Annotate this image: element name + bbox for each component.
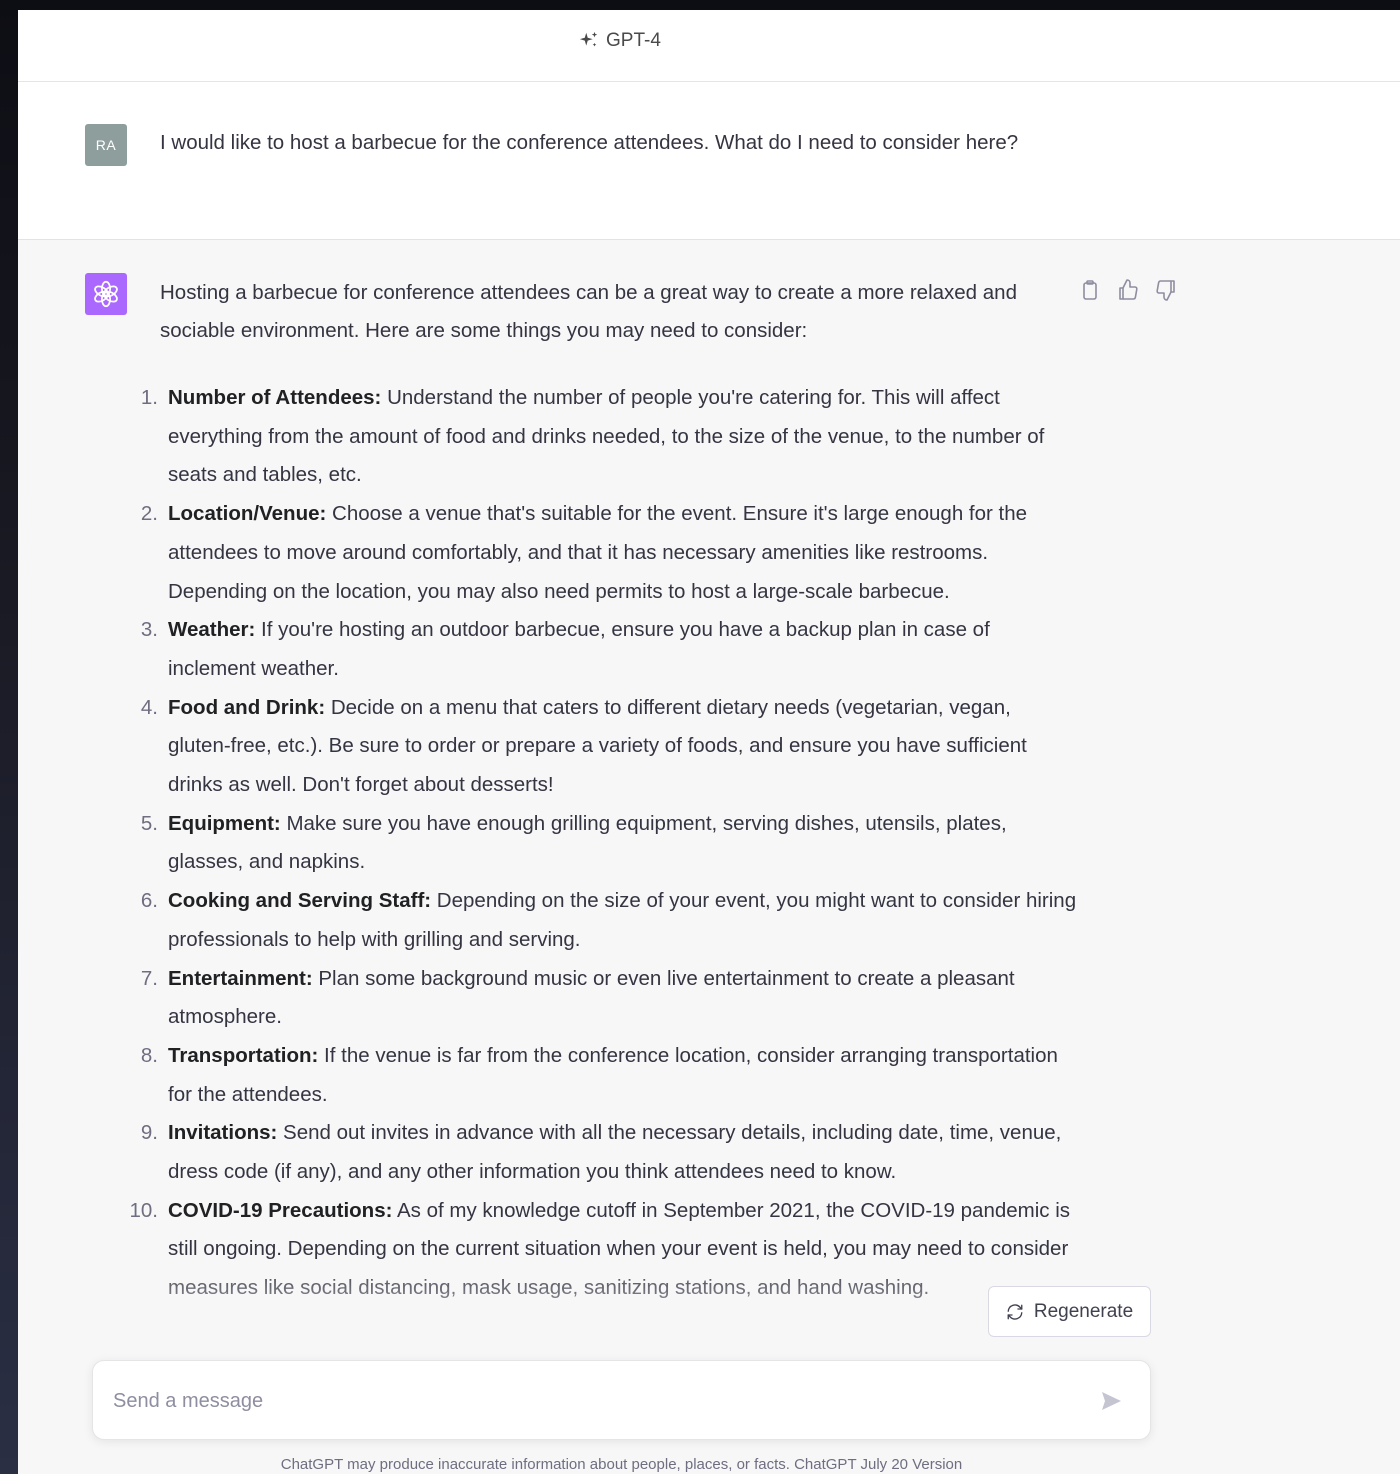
assistant-avatar xyxy=(85,273,127,315)
list-item-title: Entertainment: xyxy=(168,966,313,990)
list-item-title: Equipment: xyxy=(168,811,281,835)
message-composer xyxy=(92,1360,1151,1440)
list-item-title: COVID-19 Precautions: xyxy=(168,1198,393,1222)
sparkle-icon xyxy=(579,31,598,47)
list-item-text: If you're hosting an outdoor barbecue, e… xyxy=(168,618,990,680)
list-item-number: 1. xyxy=(140,386,158,409)
list-item-number: 6. xyxy=(140,889,158,913)
message-input[interactable] xyxy=(113,1381,1073,1421)
regenerate-button[interactable]: Regenerate xyxy=(988,1286,1151,1337)
regenerate-label: Regenerate xyxy=(1033,1300,1134,1322)
list-item-number: 7. xyxy=(140,966,158,990)
list-item: 3. Weather: If you're hosting an outdoor … xyxy=(118,611,1078,688)
user-message: RA I would like to host a barbecue for t… xyxy=(18,82,1400,240)
list-item-title: Invitations: xyxy=(168,1121,278,1145)
list-item-title: Transportation: xyxy=(168,1043,319,1067)
list-item-number: 8. xyxy=(140,1043,158,1067)
list-item-number: 2. xyxy=(140,502,158,526)
list-item: 4. Food and Drink: Decide on a menu that … xyxy=(118,689,1078,805)
list-item-title: Weather: xyxy=(168,618,256,642)
list-item-title: Food and Drink: xyxy=(168,695,326,719)
list-item-text: Send out invites in advance with all the… xyxy=(168,1121,1062,1184)
disclaimer-text: ChatGPT may produce inaccurate informati… xyxy=(280,1456,963,1473)
message-actions xyxy=(1078,278,1178,302)
assistant-answer-list: 1. Number of Attendees: Understand the nu… xyxy=(118,379,1078,1308)
chat-window: GPT-4 RA I would like to host a barbecue… xyxy=(18,10,1400,1474)
openai-logo-icon xyxy=(94,280,118,308)
list-item-number: 3. xyxy=(140,618,158,642)
send-button[interactable] xyxy=(1097,1387,1125,1415)
user-message-text: I would like to host a barbecue for the … xyxy=(160,131,1019,154)
list-item: 6. Cooking and Serving Staff: Depending o… xyxy=(118,882,1078,959)
copy-icon[interactable] xyxy=(1078,278,1102,302)
list-item: 7. Entertainment: Plan some background mu… xyxy=(118,960,1078,1037)
list-item: 9. Invitations: Send out invites in advan… xyxy=(118,1114,1078,1191)
list-item: 2. Location/Venue: Choose a venue that's … xyxy=(118,495,1078,611)
list-item-number: 9. xyxy=(140,1121,158,1145)
refresh-icon xyxy=(1007,1303,1023,1320)
user-avatar: RA xyxy=(85,124,127,166)
send-icon xyxy=(1102,1392,1121,1410)
list-item-number: 10. xyxy=(129,1198,159,1222)
thumbs-down-icon[interactable] xyxy=(1154,278,1178,302)
list-item-title: Location/Venue: xyxy=(168,502,327,526)
list-item-number: 5. xyxy=(140,811,158,835)
model-label: GPT-4 xyxy=(606,30,661,51)
list-item: 5. Equipment: Make sure you have enough g… xyxy=(118,805,1078,882)
list-item: 8. Transportation: If the venue is far fr… xyxy=(118,1037,1078,1114)
thumbs-up-icon[interactable] xyxy=(1116,278,1140,302)
list-item-text: Make sure you have enough grilling equip… xyxy=(168,811,1007,874)
list-item-title: Cooking and Serving Staff: xyxy=(168,889,432,913)
model-selector[interactable]: GPT-4 xyxy=(578,30,661,52)
list-item-title: Number of Attendees: xyxy=(168,386,382,409)
chat-header: GPT-4 xyxy=(18,10,1400,82)
list-item: 1. Number of Attendees: Understand the nu… xyxy=(118,379,1078,495)
list-item-number: 4. xyxy=(140,695,158,719)
assistant-intro-text: Hosting a barbecue for conference attend… xyxy=(160,281,1017,342)
